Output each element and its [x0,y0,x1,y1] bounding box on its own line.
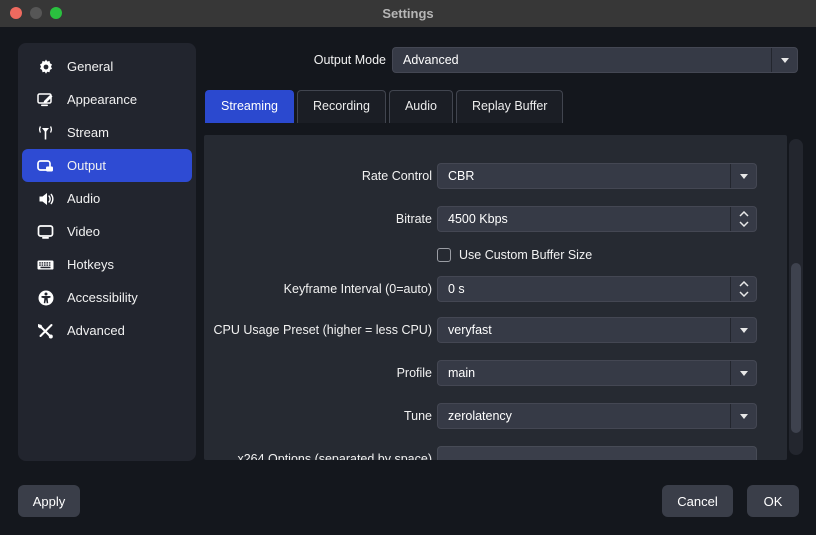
chevron-down-icon[interactable] [738,291,749,297]
bitrate-row: Bitrate 4500 Kbps [204,206,787,232]
sidebar-item-label: Video [67,224,101,239]
sidebar-item-hotkeys[interactable]: Hotkeys [22,248,192,281]
cpu-usage-preset-value: veryfast [448,323,492,337]
rate-control-row: Rate Control CBR [204,163,787,189]
chevron-down-icon [739,173,748,179]
dropdown-arrow-zone [730,318,756,342]
bitrate-label: Bitrate [395,212,432,226]
speaker-icon [37,190,54,207]
tab-bar: Streaming Recording Audio Replay Buffer [205,90,564,123]
rate-control-label: Rate Control [361,169,432,183]
profile-select[interactable]: main [437,360,757,386]
x264-options-input[interactable] [437,446,757,460]
sidebar-item-label: Output [67,158,107,173]
window-title: Settings [382,6,434,21]
sidebar-item-accessibility[interactable]: Accessibility [22,281,192,314]
tune-select[interactable]: zerolatency [437,403,757,429]
keyframe-interval-row: Keyframe Interval (0=auto) 0 s [204,276,787,302]
cpu-usage-preset-row: CPU Usage Preset (higher = less CPU) ver… [204,317,787,343]
output-mode-label: Output Mode [313,53,386,67]
chevron-up-icon[interactable] [738,211,749,217]
tune-row: Tune zerolatency [204,403,787,429]
accessibility-icon [37,289,54,306]
display-icon [37,223,54,240]
sidebar-item-appearance[interactable]: Appearance [22,83,192,116]
bitrate-spinner[interactable]: 4500 Kbps [437,206,757,232]
sidebar-item-output[interactable]: Output [22,149,192,182]
chevron-down-icon [739,327,748,333]
sidebar: General Appearance Stream Output Audio V… [18,43,196,461]
output-icon [37,157,54,174]
ok-button[interactable]: OK [747,485,799,517]
spinner-zone [730,207,756,231]
settings-window: Settings General Appearance Stream Outpu… [0,0,816,535]
custom-buffer-label: Use Custom Buffer Size [459,248,593,262]
custom-buffer-row: Use Custom Buffer Size [437,247,592,263]
chevron-down-icon [780,57,789,63]
tools-icon [37,322,54,339]
sidebar-item-audio[interactable]: Audio [22,182,192,215]
chevron-down-icon[interactable] [738,221,749,227]
sidebar-item-stream[interactable]: Stream [22,116,192,149]
sidebar-item-advanced[interactable]: Advanced [22,314,192,347]
dropdown-arrow-zone [730,404,756,428]
sidebar-item-label: Hotkeys [67,257,114,272]
x264-options-row: x264 Options (separated by space) [204,446,787,460]
profile-row: Profile main [204,360,787,386]
profile-label: Profile [396,366,432,380]
scrollbar-thumb[interactable] [791,263,801,433]
spinner-zone [730,277,756,301]
cancel-button[interactable]: Cancel [662,485,733,517]
chevron-down-icon [739,413,748,419]
sidebar-item-label: Audio [67,191,101,206]
keyboard-icon [37,256,54,273]
output-mode-value: Advanced [403,53,459,67]
tab-audio[interactable]: Audio [388,90,453,123]
dropdown-arrow-zone [730,361,756,385]
titlebar: Settings [0,0,816,27]
bitrate-value: 4500 Kbps [448,212,508,226]
tab-replay-buffer[interactable]: Replay Buffer [455,90,564,123]
keyframe-interval-label: Keyframe Interval (0=auto) [283,282,432,296]
chevron-up-icon[interactable] [738,281,749,287]
settings-scroll-area: Rate Control CBR Bitrate 4500 Kbps Use C… [204,135,787,460]
tune-value: zerolatency [448,409,512,423]
x264-options-label: x264 Options (separated by space) [237,452,432,460]
output-mode-select[interactable]: Advanced [392,47,798,73]
tab-recording[interactable]: Recording [296,90,386,123]
profile-value: main [448,366,476,380]
dropdown-arrow-zone [730,164,756,188]
sidebar-item-label: Advanced [67,323,125,338]
rate-control-value: CBR [448,169,475,183]
cpu-usage-preset-label: CPU Usage Preset (higher = less CPU) [213,323,432,337]
custom-buffer-checkbox[interactable] [437,248,451,262]
sidebar-item-label: Stream [67,125,109,140]
apply-button[interactable]: Apply [18,485,80,517]
sidebar-item-video[interactable]: Video [22,215,192,248]
cpu-usage-preset-select[interactable]: veryfast [437,317,757,343]
keyframe-interval-value: 0 s [448,282,465,296]
vertical-scrollbar[interactable] [789,139,803,455]
rate-control-select[interactable]: CBR [437,163,757,189]
keyframe-interval-spinner[interactable]: 0 s [437,276,757,302]
tune-label: Tune [403,409,432,423]
sidebar-item-label: Accessibility [67,290,138,305]
dropdown-arrow-zone [771,48,797,72]
broadcast-icon [37,124,54,141]
chevron-down-icon [739,370,748,376]
tab-streaming[interactable]: Streaming [205,90,294,123]
sidebar-item-label: Appearance [67,92,138,107]
appearance-icon [37,91,54,108]
